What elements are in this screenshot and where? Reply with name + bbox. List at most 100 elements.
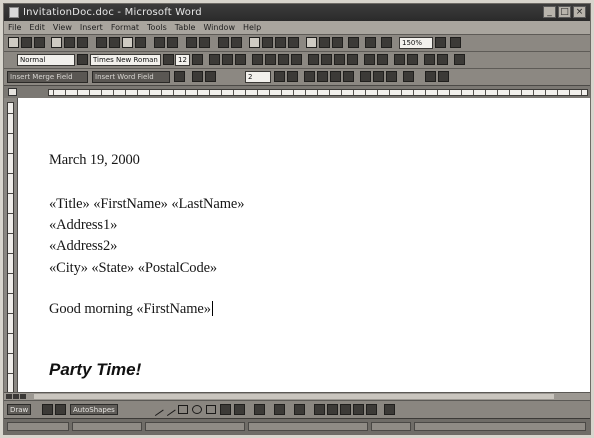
increase-indent-icon[interactable] <box>347 54 358 65</box>
rectangle-tool-icon[interactable] <box>178 405 188 414</box>
style-dropdown-chevron-down-icon[interactable] <box>77 54 88 65</box>
font-color-dropdown-chevron-down-icon[interactable] <box>437 54 448 65</box>
view-merged-data-icon[interactable] <box>174 71 185 82</box>
edit-data-source-icon[interactable] <box>403 71 414 82</box>
underline-icon[interactable] <box>235 54 246 65</box>
paste-icon[interactable] <box>122 37 133 48</box>
tables-borders-icon[interactable] <box>218 37 229 48</box>
merge-to-new-document-icon[interactable] <box>330 71 341 82</box>
oval-tool-icon[interactable] <box>192 405 202 414</box>
frame-icon[interactable] <box>365 37 376 48</box>
align-center-icon[interactable] <box>265 54 276 65</box>
select-objects-icon[interactable] <box>42 404 53 415</box>
bold-icon[interactable] <box>209 54 220 65</box>
highlight-dropdown-chevron-down-icon[interactable] <box>407 54 418 65</box>
toolbar-overflow-icon[interactable] <box>425 71 436 82</box>
3d-icon[interactable] <box>366 404 377 415</box>
arrow-tool-icon[interactable] <box>162 402 176 417</box>
menu-edit[interactable]: Edit <box>29 21 45 34</box>
arrow-style-icon[interactable] <box>340 404 351 415</box>
web-toolbar-icon[interactable] <box>199 37 210 48</box>
print-icon[interactable] <box>51 37 62 48</box>
save-icon[interactable] <box>34 37 45 48</box>
next-record-icon[interactable] <box>274 71 285 82</box>
insert-word-field-button[interactable]: Insert Word Field <box>92 71 170 83</box>
line-style-icon[interactable] <box>314 404 325 415</box>
record-number-field[interactable]: 2 <box>245 71 271 83</box>
new-document-icon[interactable] <box>8 37 19 48</box>
ruler-scale[interactable] <box>48 89 588 96</box>
menu-file[interactable]: File <box>8 21 21 34</box>
free-rotate-icon[interactable] <box>55 404 66 415</box>
chart-icon[interactable] <box>332 37 343 48</box>
close-button[interactable]: × <box>573 6 586 18</box>
first-record-icon[interactable] <box>192 71 203 82</box>
menu-tools[interactable]: Tools <box>147 21 167 34</box>
draw-font-color-icon[interactable] <box>294 404 305 415</box>
italic-icon[interactable] <box>222 54 233 65</box>
previous-record-icon[interactable] <box>205 71 216 82</box>
document-map-icon[interactable] <box>288 37 299 48</box>
drawing-icon[interactable] <box>275 37 286 48</box>
last-record-icon[interactable] <box>287 71 298 82</box>
find-record-icon[interactable] <box>386 71 397 82</box>
align-right-icon[interactable] <box>278 54 289 65</box>
bullets-icon[interactable] <box>321 54 332 65</box>
copy-icon[interactable] <box>109 37 120 48</box>
draw-options-icon[interactable] <box>384 404 395 415</box>
horizontal-scrollbar[interactable] <box>4 392 590 400</box>
check-errors-icon[interactable] <box>317 71 328 82</box>
toolbar-options-icon[interactable] <box>454 54 465 65</box>
insert-table-icon[interactable] <box>231 37 242 48</box>
autoshapes-menu-button[interactable]: AutoShapes <box>70 404 118 415</box>
zoom-dropdown-chevron-down-icon[interactable] <box>435 37 446 48</box>
size-dropdown-chevron-down-icon[interactable] <box>192 54 203 65</box>
menu-view[interactable]: View <box>53 21 72 34</box>
show-hide-icon[interactable] <box>306 37 317 48</box>
vertical-ruler[interactable] <box>4 98 18 400</box>
font-color-icon[interactable] <box>424 54 435 65</box>
web-layout-view-icon[interactable] <box>13 394 19 399</box>
open-folder-icon[interactable] <box>21 37 32 48</box>
style-box[interactable]: Normal <box>17 54 75 66</box>
horizontal-ruler[interactable] <box>4 85 590 98</box>
spelling-icon[interactable] <box>77 37 88 48</box>
paragraph-icon[interactable] <box>319 37 330 48</box>
justify-icon[interactable] <box>291 54 302 65</box>
print-preview-icon[interactable] <box>64 37 75 48</box>
format-painter-icon[interactable] <box>135 37 146 48</box>
highlight-icon[interactable] <box>394 54 405 65</box>
menu-insert[interactable]: Insert <box>80 21 103 34</box>
shadow-icon[interactable] <box>353 404 364 415</box>
maximize-button[interactable]: □ <box>558 6 571 18</box>
text-box-tool-icon[interactable] <box>206 405 216 414</box>
border-icon[interactable] <box>364 54 375 65</box>
mail-merge-options-icon[interactable] <box>438 71 449 82</box>
columns-icon[interactable] <box>262 37 273 48</box>
insert-merge-field-button[interactable]: Insert Merge Field <box>7 71 88 83</box>
menu-format[interactable]: Format <box>111 21 139 34</box>
normal-view-icon[interactable] <box>6 394 12 399</box>
decrease-indent-icon[interactable] <box>334 54 345 65</box>
document-page[interactable]: March 19, 2000 «Title» «FirstName» «Last… <box>32 98 588 400</box>
menu-help[interactable]: Help <box>243 21 261 34</box>
line-tool-icon[interactable] <box>150 402 164 417</box>
numbering-icon[interactable] <box>308 54 319 65</box>
font-dropdown-chevron-down-icon[interactable] <box>163 54 174 65</box>
line-color-icon[interactable] <box>274 404 285 415</box>
dash-style-icon[interactable] <box>327 404 338 415</box>
undo-icon[interactable] <box>154 37 165 48</box>
clipart-icon[interactable] <box>381 37 392 48</box>
align-left-icon[interactable] <box>252 54 263 65</box>
minimize-button[interactable]: _ <box>543 6 556 18</box>
redo-icon[interactable] <box>167 37 178 48</box>
print-layout-view-icon[interactable] <box>20 394 26 399</box>
border-dropdown-chevron-down-icon[interactable] <box>377 54 388 65</box>
draw-menu-button[interactable]: Draw <box>7 404 32 415</box>
mail-merge-helper-icon[interactable] <box>304 71 315 82</box>
font-size-box[interactable]: 12 <box>175 54 190 66</box>
fill-color-icon[interactable] <box>254 404 265 415</box>
menu-table[interactable]: Table <box>175 21 196 34</box>
word-document-icon[interactable] <box>9 7 19 18</box>
scrollbar-track[interactable] <box>34 394 554 399</box>
